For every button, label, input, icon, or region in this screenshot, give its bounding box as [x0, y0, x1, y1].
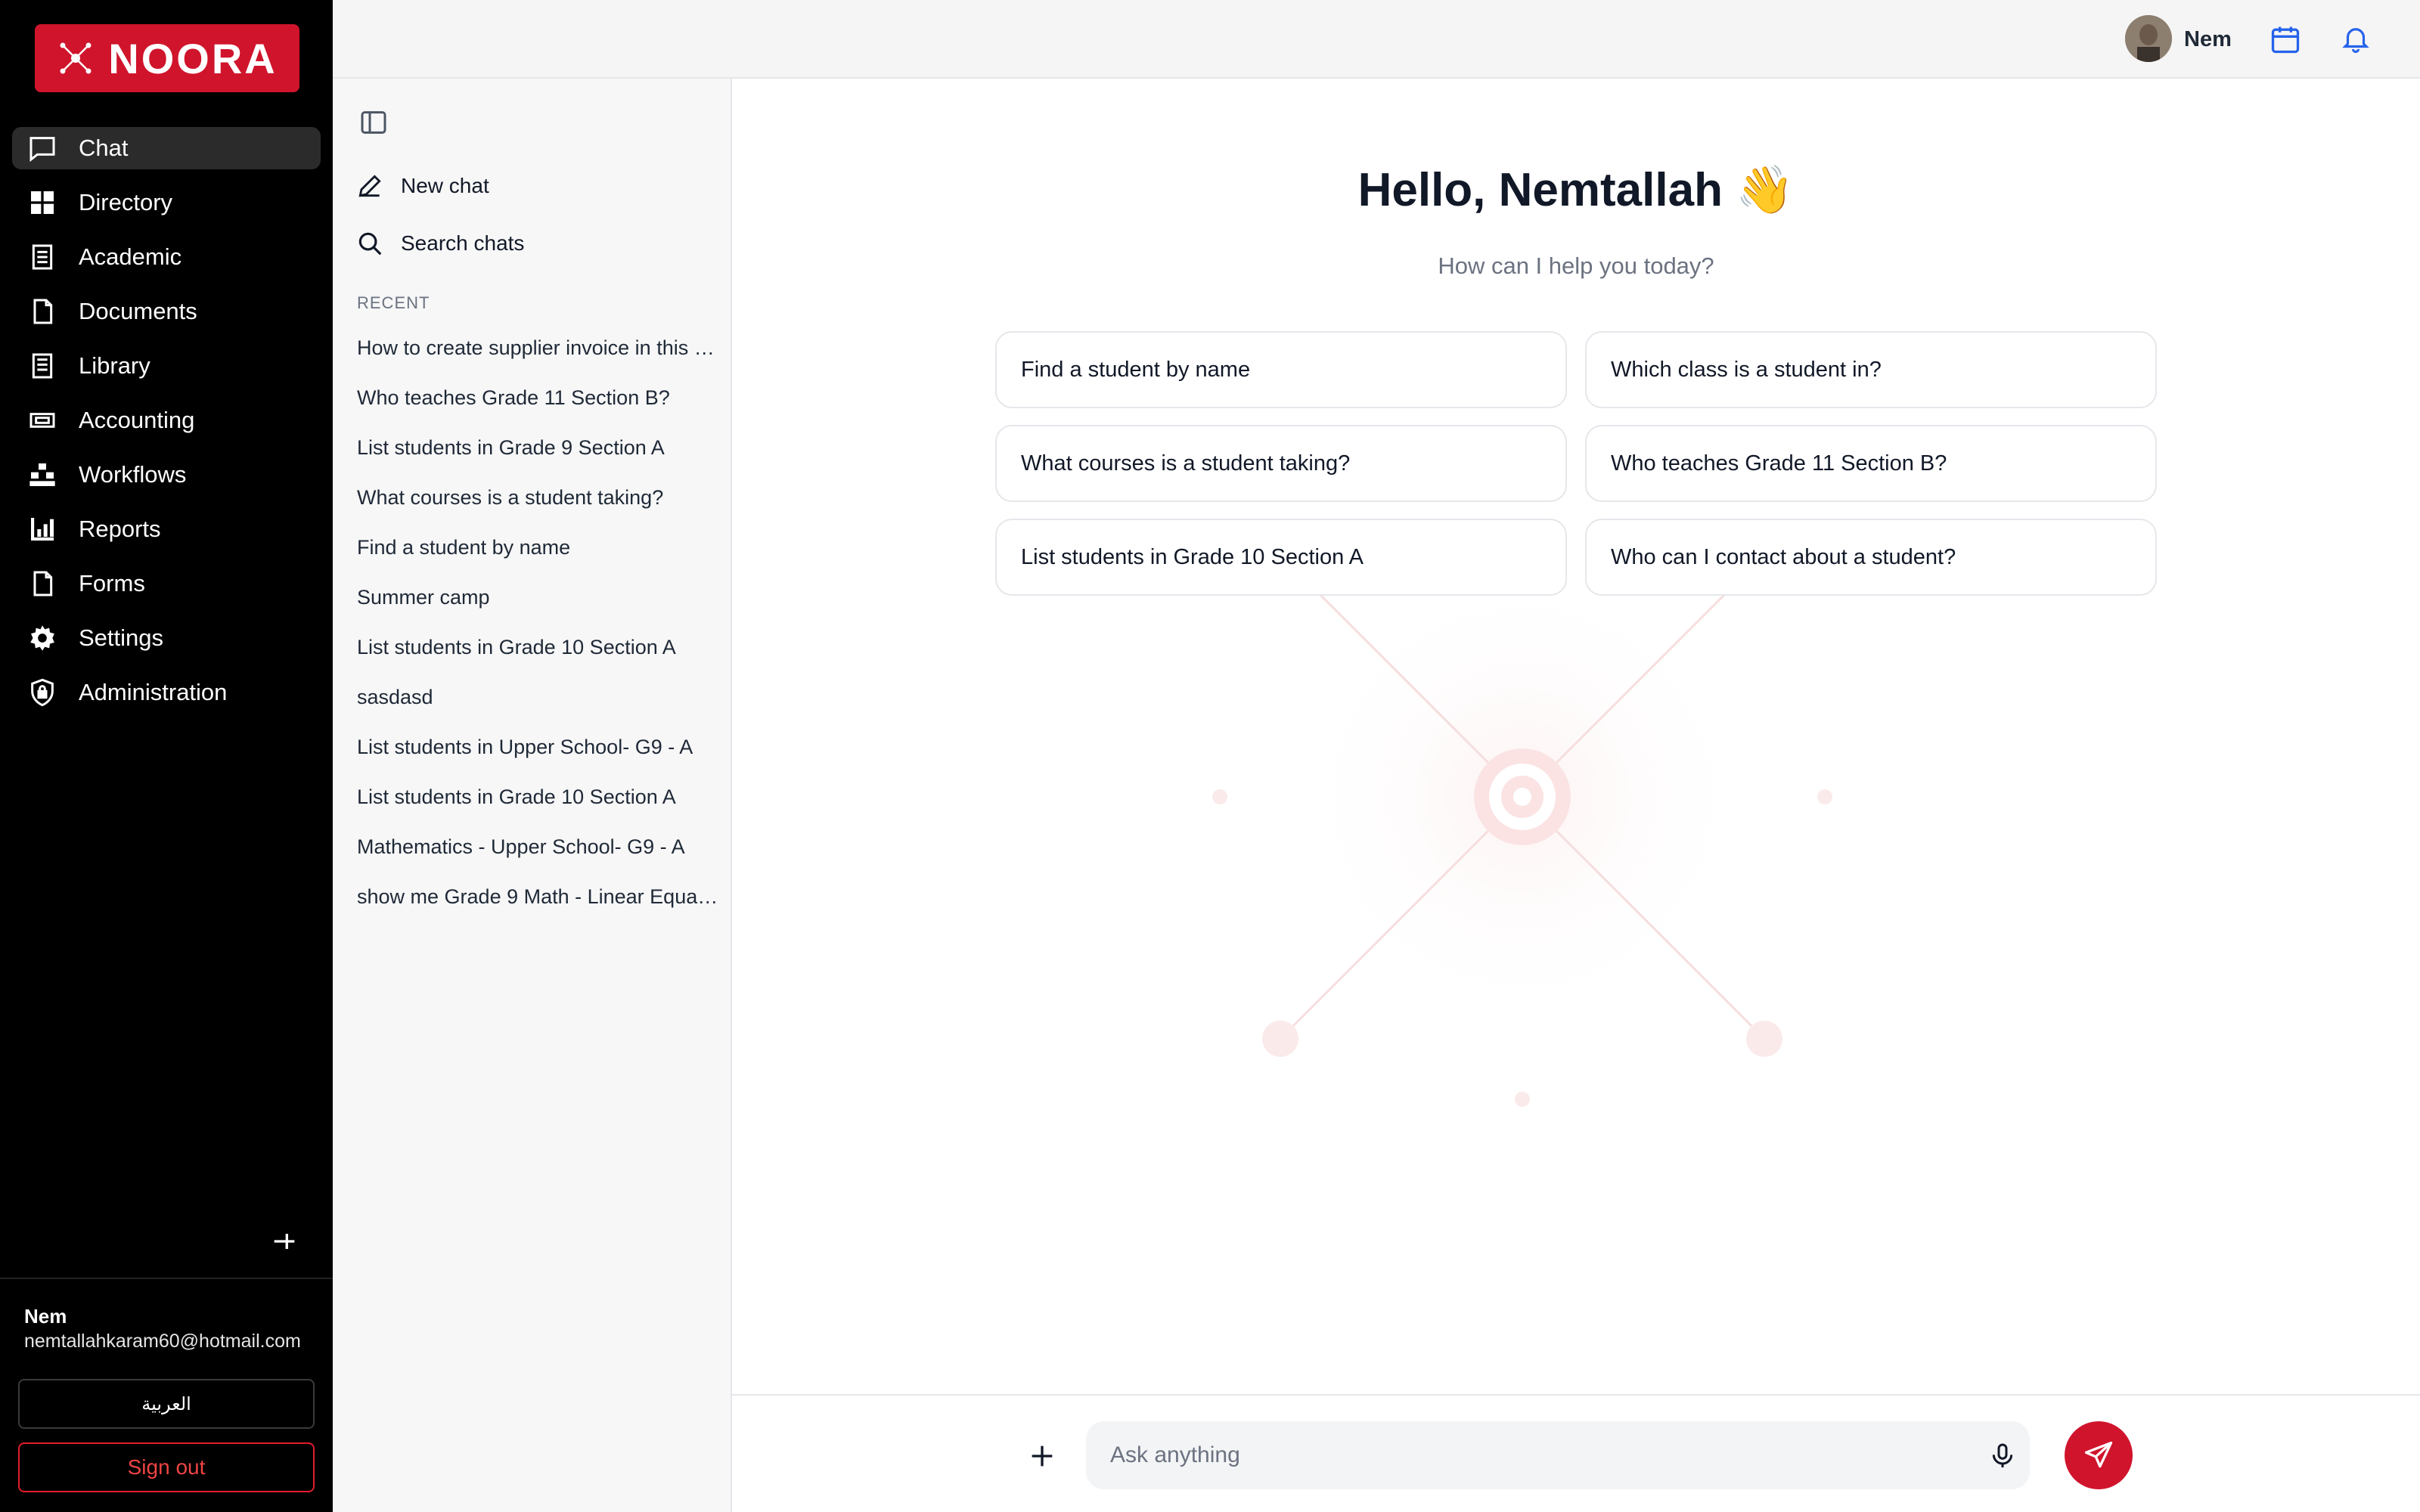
new-chat-button[interactable]: New chat: [355, 165, 489, 207]
chat-history-panel: New chat Search chats RECENT How to crea…: [333, 79, 732, 1512]
nav-item-label: Reports: [79, 516, 161, 542]
greeting-heading: Hello, Nemtallah 👋: [732, 162, 2420, 218]
suggestion-card[interactable]: Which class is a student in?: [1585, 331, 2157, 408]
bell-icon[interactable]: [2340, 23, 2372, 54]
nav-item-directory[interactable]: Directory: [12, 181, 321, 224]
language-toggle-button[interactable]: العربية: [18, 1379, 315, 1429]
logo-text: NOORA: [108, 34, 278, 82]
sign-out-button[interactable]: Sign out: [18, 1442, 315, 1492]
recent-chat-item[interactable]: Who teaches Grade 11 Section B?: [357, 378, 720, 428]
gear-icon: [30, 625, 54, 651]
nav-item-label: Documents: [79, 298, 197, 324]
user-name: Nem: [24, 1305, 67, 1328]
library-icon: [32, 353, 53, 379]
recent-chat-item[interactable]: Mathematics - Upper School- G9 - A: [357, 827, 720, 877]
nav-list: Chat Directory Academic Documents Librar…: [12, 127, 321, 726]
nav-item-label: Chat: [79, 135, 129, 161]
book-icon: [32, 244, 53, 270]
user-photo-icon: [2125, 15, 2172, 62]
recent-chat-item[interactable]: List students in Grade 10 Section A: [357, 777, 720, 827]
send-button[interactable]: [2065, 1421, 2133, 1489]
chat-icon: [29, 137, 55, 163]
nav-item-academic[interactable]: Academic: [12, 236, 321, 278]
logo-mark-icon: [60, 42, 92, 74]
suggestion-card[interactable]: List students in Grade 10 Section A: [995, 519, 1567, 596]
top-username[interactable]: Nem: [2184, 27, 2232, 52]
user-email: nemtallahkaram60@hotmail.com: [24, 1331, 301, 1352]
search-chats-button[interactable]: Search chats: [355, 222, 524, 265]
panel-toggle-icon[interactable]: [358, 107, 389, 138]
nav-item-label: Accounting: [79, 407, 195, 433]
recent-chat-item[interactable]: How to create supplier invoice in this s…: [357, 328, 720, 378]
money-icon: [29, 413, 55, 428]
nav-item-label: Administration: [79, 679, 228, 705]
suggestion-card[interactable]: Find a student by name: [995, 331, 1567, 408]
nav-item-label: Academic: [79, 243, 182, 270]
nav-item-forms[interactable]: Forms: [12, 562, 321, 605]
noora-logo[interactable]: NOORA: [35, 24, 299, 92]
recent-chat-item[interactable]: show me Grade 9 Math - Linear Equations: [357, 877, 720, 927]
avatar[interactable]: [2125, 15, 2172, 62]
recent-chat-item[interactable]: List students in Grade 9 Section A: [357, 428, 720, 478]
suggestion-card[interactable]: What courses is a student taking?: [995, 425, 1567, 502]
recent-chat-item[interactable]: List students in Upper School- G9 - A: [357, 727, 720, 777]
recent-chat-item[interactable]: Find a student by name: [357, 528, 720, 578]
recent-chats-list: How to create supplier invoice in this s…: [357, 328, 720, 927]
nav-item-reports[interactable]: Reports: [12, 508, 321, 550]
message-input[interactable]: [1086, 1421, 2030, 1489]
search-chats-label: Search chats: [401, 231, 525, 255]
greeting-subtitle: How can I help you today?: [1438, 253, 1714, 279]
nav-item-label: Directory: [79, 189, 173, 215]
nav-item-label: Workflows: [79, 461, 187, 488]
recent-heading: RECENT: [357, 293, 430, 312]
nav-item-workflows[interactable]: Workflows: [12, 454, 321, 496]
sidebar-divider: [0, 1278, 333, 1279]
nav-item-administration[interactable]: Administration: [12, 671, 321, 714]
document-icon: [33, 299, 53, 324]
top-bar: [333, 0, 2420, 79]
calendar-icon[interactable]: [2269, 23, 2302, 56]
workflow-icon: [29, 463, 55, 486]
new-chat-label: New chat: [401, 174, 489, 197]
form-icon: [33, 571, 53, 596]
waving-hand-icon: 👋: [1736, 162, 1795, 217]
shield-lock-icon: [31, 678, 54, 707]
nav-item-label: Forms: [79, 570, 145, 596]
suggestion-card[interactable]: Who can I contact about a student?: [1585, 519, 2157, 596]
recent-chat-item[interactable]: What courses is a student taking?: [357, 478, 720, 528]
greeting-text: Hello, Nemtallah: [1357, 164, 1723, 216]
chat-main: Hello, Nemtallah 👋 How can I help you to…: [732, 79, 2420, 1512]
nav-item-chat[interactable]: Chat: [12, 127, 321, 169]
suggestion-card[interactable]: Who teaches Grade 11 Section B?: [1585, 425, 2157, 502]
main-sidebar: NOORA Chat Directory Academic Documents …: [0, 0, 333, 1512]
recent-chat-item[interactable]: List students in Grade 10 Section A: [357, 627, 720, 677]
add-attachment-icon[interactable]: [1027, 1441, 1057, 1471]
nav-item-label: Settings: [79, 624, 164, 651]
microphone-icon[interactable]: [1987, 1439, 2018, 1473]
nav-item-accounting[interactable]: Accounting: [12, 399, 321, 442]
recent-chat-item[interactable]: Summer camp: [357, 578, 720, 627]
composer-divider: [732, 1394, 2420, 1396]
grid-icon: [31, 191, 54, 214]
nav-item-library[interactable]: Library: [12, 345, 321, 387]
search-icon: [358, 232, 382, 256]
pin-sidebar-icon[interactable]: [269, 1226, 299, 1256]
nav-item-label: Library: [79, 352, 150, 379]
nav-item-settings[interactable]: Settings: [12, 617, 321, 659]
pencil-icon: [358, 175, 381, 197]
send-icon: [2084, 1441, 2113, 1468]
nav-item-documents[interactable]: Documents: [12, 290, 321, 333]
recent-chat-item[interactable]: sasdasd: [357, 677, 720, 727]
chart-icon: [31, 518, 54, 541]
